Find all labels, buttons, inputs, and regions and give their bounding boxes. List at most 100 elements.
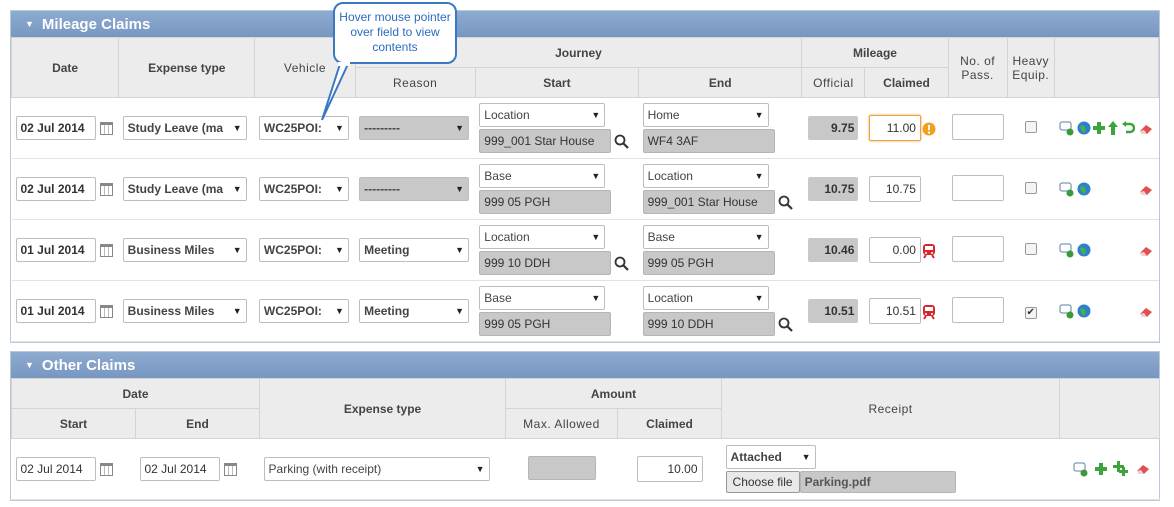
expense-type-select[interactable]: Business Miles ▼ — [122, 299, 247, 323]
eraser-icon[interactable] — [1138, 122, 1154, 136]
calendar-icon[interactable] — [99, 304, 113, 318]
max-allowed-field — [527, 455, 596, 480]
vehicle-select[interactable]: WC25POI: ▼ — [258, 238, 349, 262]
other-claim-row: 02 Jul 2014 02 Jul 2014 Parking (with re… — [11, 438, 1160, 500]
comment-add-icon[interactable] — [1059, 181, 1075, 197]
expense-type-value: Business Miles — [127, 243, 215, 257]
chevron-down-icon: ▼ — [591, 232, 601, 242]
expense-type-value: Parking (with receipt) — [268, 462, 382, 476]
passengers-input[interactable] — [952, 296, 1005, 323]
expense-type-select[interactable]: Study Leave (ma ▼ — [122, 177, 247, 201]
start-type-select[interactable]: Location ▼ — [479, 103, 606, 127]
calendar-icon[interactable] — [99, 121, 113, 135]
search-icon[interactable] — [614, 134, 630, 150]
passengers-input[interactable] — [952, 235, 1005, 262]
reason-select[interactable]: Meeting ▼ — [359, 238, 470, 262]
end-type-select[interactable]: Home ▼ — [642, 103, 769, 127]
claimed-amount-input[interactable]: 10.00 — [636, 456, 703, 482]
vehicle-select[interactable]: WC25POI: ▼ — [258, 299, 349, 323]
vehicle-value: WC25POI: — [263, 182, 322, 196]
start-location-field: 999 05 PGH — [479, 312, 612, 336]
start-type-select[interactable]: Base ▼ — [479, 286, 606, 310]
search-icon[interactable] — [778, 317, 793, 333]
col-actions — [1059, 378, 1161, 439]
official-mileage: 10.46 — [808, 238, 859, 262]
expense-type-select[interactable]: Study Leave (ma ▼ — [122, 116, 247, 140]
end-type-select[interactable]: Base ▼ — [642, 225, 769, 249]
arrow-up-icon[interactable] — [1107, 121, 1119, 135]
vehicle-select[interactable]: WC25POI: ▼ — [258, 177, 349, 201]
eraser-icon[interactable] — [1138, 244, 1154, 258]
col-heavy-equip: Heavy Equip. — [1006, 37, 1055, 98]
mileage-claims-panel: ▼ Mileage Claims Date Expense type Vehic… — [10, 10, 1160, 343]
claimed-mileage-input[interactable]: 0.00 — [868, 237, 921, 263]
mileage-claims-title: Mileage Claims — [41, 15, 151, 33]
chevron-down-icon: ▼ — [591, 110, 601, 120]
reason-select[interactable]: Meeting ▼ — [359, 299, 470, 323]
start-type-select[interactable]: Location ▼ — [479, 225, 606, 249]
other-claims-header[interactable]: ▼ Other Claims — [11, 352, 1159, 378]
start-date-input[interactable]: 02 Jul 2014 — [15, 457, 96, 481]
col-official: Official — [801, 67, 866, 98]
eraser-icon[interactable] — [1135, 462, 1151, 476]
passengers-input[interactable] — [952, 113, 1005, 140]
comment-add-icon[interactable] — [1073, 461, 1089, 477]
col-claimed: Claimed — [864, 67, 949, 98]
calendar-icon[interactable] — [99, 462, 113, 476]
calendar-icon[interactable] — [99, 182, 113, 196]
mileage-claims-header[interactable]: ▼ Mileage Claims — [11, 11, 1159, 37]
expense-type-select[interactable]: Business Miles ▼ — [122, 238, 247, 262]
globe-icon[interactable] — [1077, 182, 1091, 196]
globe-icon[interactable] — [1077, 121, 1091, 135]
train-icon — [922, 243, 935, 259]
end-date-input[interactable]: 02 Jul 2014 — [139, 457, 220, 481]
date-input[interactable]: 02 Jul 2014 — [15, 177, 96, 201]
plus-icon[interactable] — [1094, 462, 1108, 476]
train-icon — [922, 304, 935, 320]
receipt-status-select[interactable]: Attached ▼ — [725, 445, 816, 469]
expense-type-value: Study Leave (ma — [127, 182, 224, 196]
other-claims-panel: ▼ Other Claims Date Expense type Amount … — [10, 351, 1161, 501]
heavy-equip-checkbox[interactable] — [1024, 242, 1037, 255]
heavy-equip-checkbox[interactable] — [1024, 181, 1037, 194]
choose-file-button[interactable]: Choose file — [725, 471, 800, 493]
col-end: End — [638, 67, 803, 98]
start-type-value: Base — [484, 169, 512, 183]
collapse-icon[interactable]: ▼ — [25, 360, 34, 370]
globe-icon[interactable] — [1077, 243, 1091, 257]
plus-icon[interactable] — [1093, 122, 1106, 134]
end-type-value: Home — [647, 108, 680, 122]
expense-type-value: Study Leave (ma — [127, 121, 224, 135]
date-input[interactable]: 01 Jul 2014 — [15, 238, 96, 262]
expense-type-select[interactable]: Parking (with receipt) ▼ — [263, 457, 490, 481]
return-icon[interactable] — [1121, 121, 1136, 135]
eraser-icon[interactable] — [1138, 305, 1154, 319]
end-type-select[interactable]: Location ▼ — [642, 286, 769, 310]
calendar-icon[interactable] — [223, 462, 237, 476]
search-icon[interactable] — [778, 195, 793, 211]
heavy-equip-checkbox[interactable] — [1024, 120, 1037, 133]
claimed-mileage-input[interactable]: 10.75 — [868, 176, 921, 202]
chevron-down-icon: ▼ — [455, 245, 465, 255]
plus-multi-icon[interactable] — [1113, 461, 1129, 477]
globe-icon[interactable] — [1077, 304, 1091, 318]
calendar-icon[interactable] — [99, 243, 113, 257]
claimed-mileage-input[interactable]: 10.51 — [868, 298, 921, 324]
reason-select[interactable]: --------- ▼ — [359, 177, 470, 201]
reason-select[interactable]: --------- ▼ — [359, 116, 470, 140]
start-type-select[interactable]: Base ▼ — [479, 164, 606, 188]
date-input[interactable]: 01 Jul 2014 — [15, 299, 96, 323]
search-icon[interactable] — [614, 256, 630, 272]
comment-add-icon[interactable] — [1059, 242, 1075, 258]
comment-add-icon[interactable] — [1059, 303, 1075, 319]
end-type-select[interactable]: Location ▼ — [642, 164, 769, 188]
collapse-icon[interactable]: ▼ — [25, 19, 34, 29]
date-input[interactable]: 02 Jul 2014 — [15, 116, 96, 140]
comment-add-icon[interactable] — [1059, 120, 1075, 136]
end-location-field: 999 05 PGH — [642, 251, 775, 275]
claimed-mileage-input[interactable]: 11.00 — [868, 115, 921, 141]
passengers-input[interactable] — [952, 174, 1005, 201]
vehicle-value: WC25POI: — [263, 243, 322, 257]
heavy-equip-checkbox[interactable]: ✔ — [1024, 306, 1037, 319]
eraser-icon[interactable] — [1138, 183, 1154, 197]
